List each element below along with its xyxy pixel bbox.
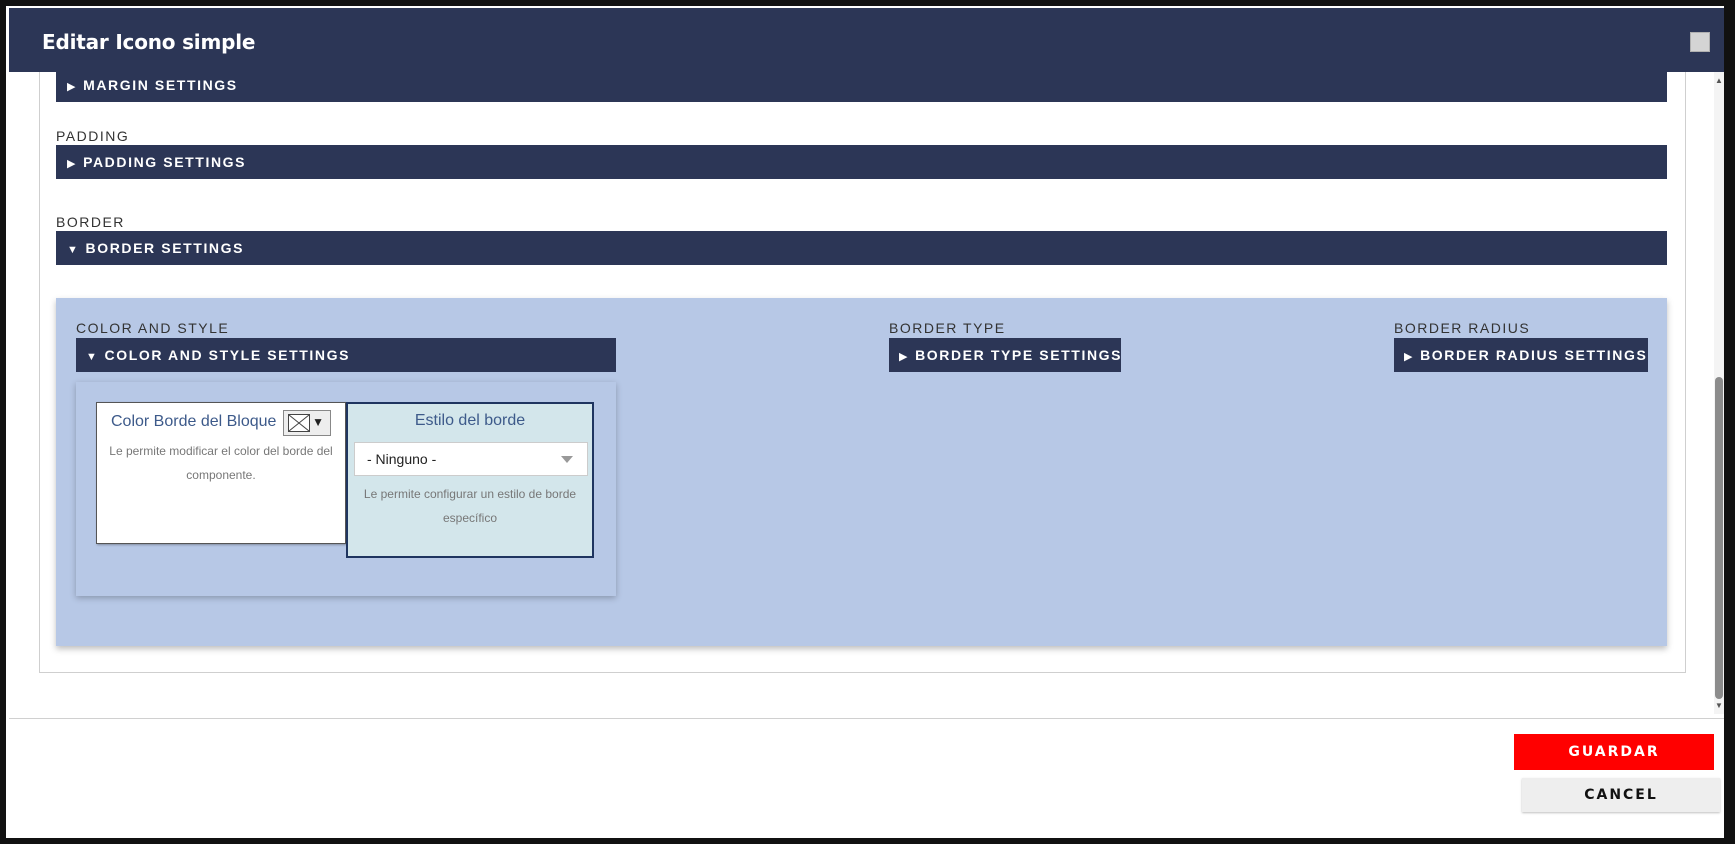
color-style-settings-toggle[interactable]: ▼ COLOR AND STYLE SETTINGS <box>76 338 616 372</box>
vertical-scrollbar[interactable]: ▲ ▼ <box>1714 72 1724 714</box>
padding-section-label: PADDING <box>56 128 130 144</box>
save-button[interactable]: GUARDAR <box>1514 734 1714 770</box>
footer-divider <box>9 718 1724 719</box>
padding-settings-toggle[interactable]: ▶ PADDING SETTINGS <box>56 145 1667 179</box>
color-style-panel: Color Borde del Bloque ▼ Le permite modi… <box>76 382 616 596</box>
triangle-down-icon: ▼ <box>86 351 99 363</box>
border-type-label: BORDER TYPE <box>889 320 1006 336</box>
border-settings-label: BORDER SETTINGS <box>85 240 245 256</box>
border-radius-label: BORDER RADIUS <box>1394 320 1531 336</box>
scrollbar-thumb[interactable] <box>1715 377 1723 699</box>
border-style-card: Estilo del borde - Ninguno - Le permite … <box>346 402 594 558</box>
border-color-title: Color Borde del Bloque <box>111 413 277 430</box>
color-style-label: COLOR AND STYLE <box>76 320 230 336</box>
border-radius-settings-toggle[interactable]: ▶ BORDER RADIUS SETTINGS <box>1394 338 1648 372</box>
border-color-description: Le permite modificar el color del borde … <box>109 444 333 482</box>
border-section-label: BORDER <box>56 214 125 230</box>
border-style-selected-value: - Ninguno - <box>367 451 437 467</box>
border-type-settings-label: BORDER TYPE SETTINGS <box>915 347 1123 363</box>
border-color-card: Color Borde del Bloque ▼ Le permite modi… <box>96 402 346 544</box>
margin-settings-label: MARGIN SETTINGS <box>83 77 238 93</box>
edit-dialog: Editar Icono simple ▶ MARGIN SETTINGS PAD… <box>6 6 1724 838</box>
triangle-right-icon: ▶ <box>67 158 78 170</box>
border-radius-settings-label: BORDER RADIUS SETTINGS <box>1420 347 1648 363</box>
border-style-description: Le permite configurar un estilo de borde… <box>363 487 577 525</box>
color-style-settings-label: COLOR AND STYLE SETTINGS <box>104 347 351 363</box>
border-color-picker[interactable]: ▼ <box>283 410 331 436</box>
dialog-title: Editar Icono simple <box>42 30 256 54</box>
triangle-right-icon: ▶ <box>1404 351 1415 363</box>
border-settings-panel: COLOR AND STYLE ▼ COLOR AND STYLE SETTING… <box>56 298 1667 646</box>
border-style-select[interactable]: - Ninguno - <box>354 442 588 476</box>
dialog-content: ▶ MARGIN SETTINGS PADDING ▶ PADDING SETTIN… <box>39 68 1686 673</box>
border-type-settings-toggle[interactable]: ▶ BORDER TYPE SETTINGS <box>889 338 1121 372</box>
chevron-down-icon <box>561 456 573 463</box>
cancel-button[interactable]: CANCEL <box>1522 778 1720 812</box>
triangle-right-icon: ▶ <box>67 81 78 93</box>
dropdown-arrow-icon: ▼ <box>312 415 324 429</box>
scroll-up-icon[interactable]: ▲ <box>1714 76 1724 85</box>
no-color-swatch-icon <box>288 414 310 432</box>
padding-settings-label: PADDING SETTINGS <box>83 154 247 170</box>
scroll-down-icon[interactable]: ▼ <box>1714 701 1724 710</box>
dialog-header: Editar Icono simple <box>9 8 1724 72</box>
close-icon[interactable] <box>1690 32 1710 52</box>
margin-settings-toggle[interactable]: ▶ MARGIN SETTINGS <box>56 68 1667 102</box>
border-style-title: Estilo del borde <box>414 412 526 429</box>
triangle-right-icon: ▶ <box>899 351 910 363</box>
triangle-down-icon: ▼ <box>67 244 80 256</box>
border-settings-toggle[interactable]: ▼ BORDER SETTINGS <box>56 231 1667 265</box>
